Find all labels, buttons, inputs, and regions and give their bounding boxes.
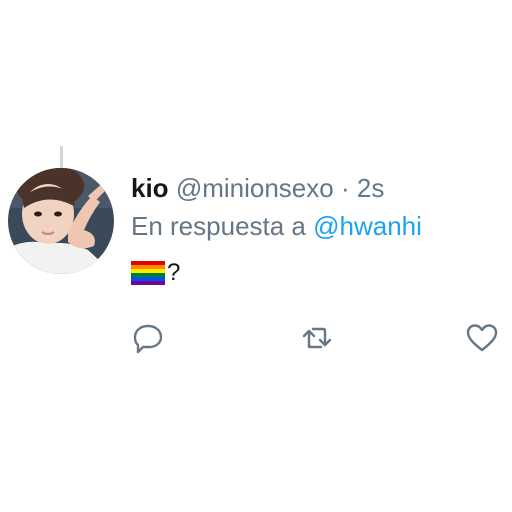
like-button[interactable] (462, 318, 502, 358)
tweet-body: ? (131, 258, 180, 288)
tweet-header: kio @minionsexo · 2s (131, 170, 384, 206)
reply-context: En respuesta a @hwanhi (131, 208, 422, 244)
action-bar (0, 318, 512, 358)
tweet-text: ? (167, 259, 181, 286)
separator: · (340, 173, 350, 203)
like-icon (466, 324, 498, 352)
reply-prefix: En respuesta a (131, 211, 306, 241)
tweet[interactable]: kio @minionsexo · 2s En respuesta a @hwa… (0, 0, 512, 512)
reply-button[interactable] (128, 318, 168, 358)
timestamp[interactable]: 2s (357, 173, 384, 203)
rainbow-flag-icon (131, 261, 165, 285)
thread-line (60, 146, 63, 168)
avatar[interactable] (8, 168, 114, 274)
display-name[interactable]: kio (131, 173, 169, 203)
handle[interactable]: @minionsexo (176, 173, 334, 203)
reply-icon (133, 324, 163, 354)
reply-to-handle[interactable]: @hwanhi (313, 211, 422, 241)
retweet-button[interactable] (297, 318, 337, 358)
retweet-icon (302, 327, 332, 349)
